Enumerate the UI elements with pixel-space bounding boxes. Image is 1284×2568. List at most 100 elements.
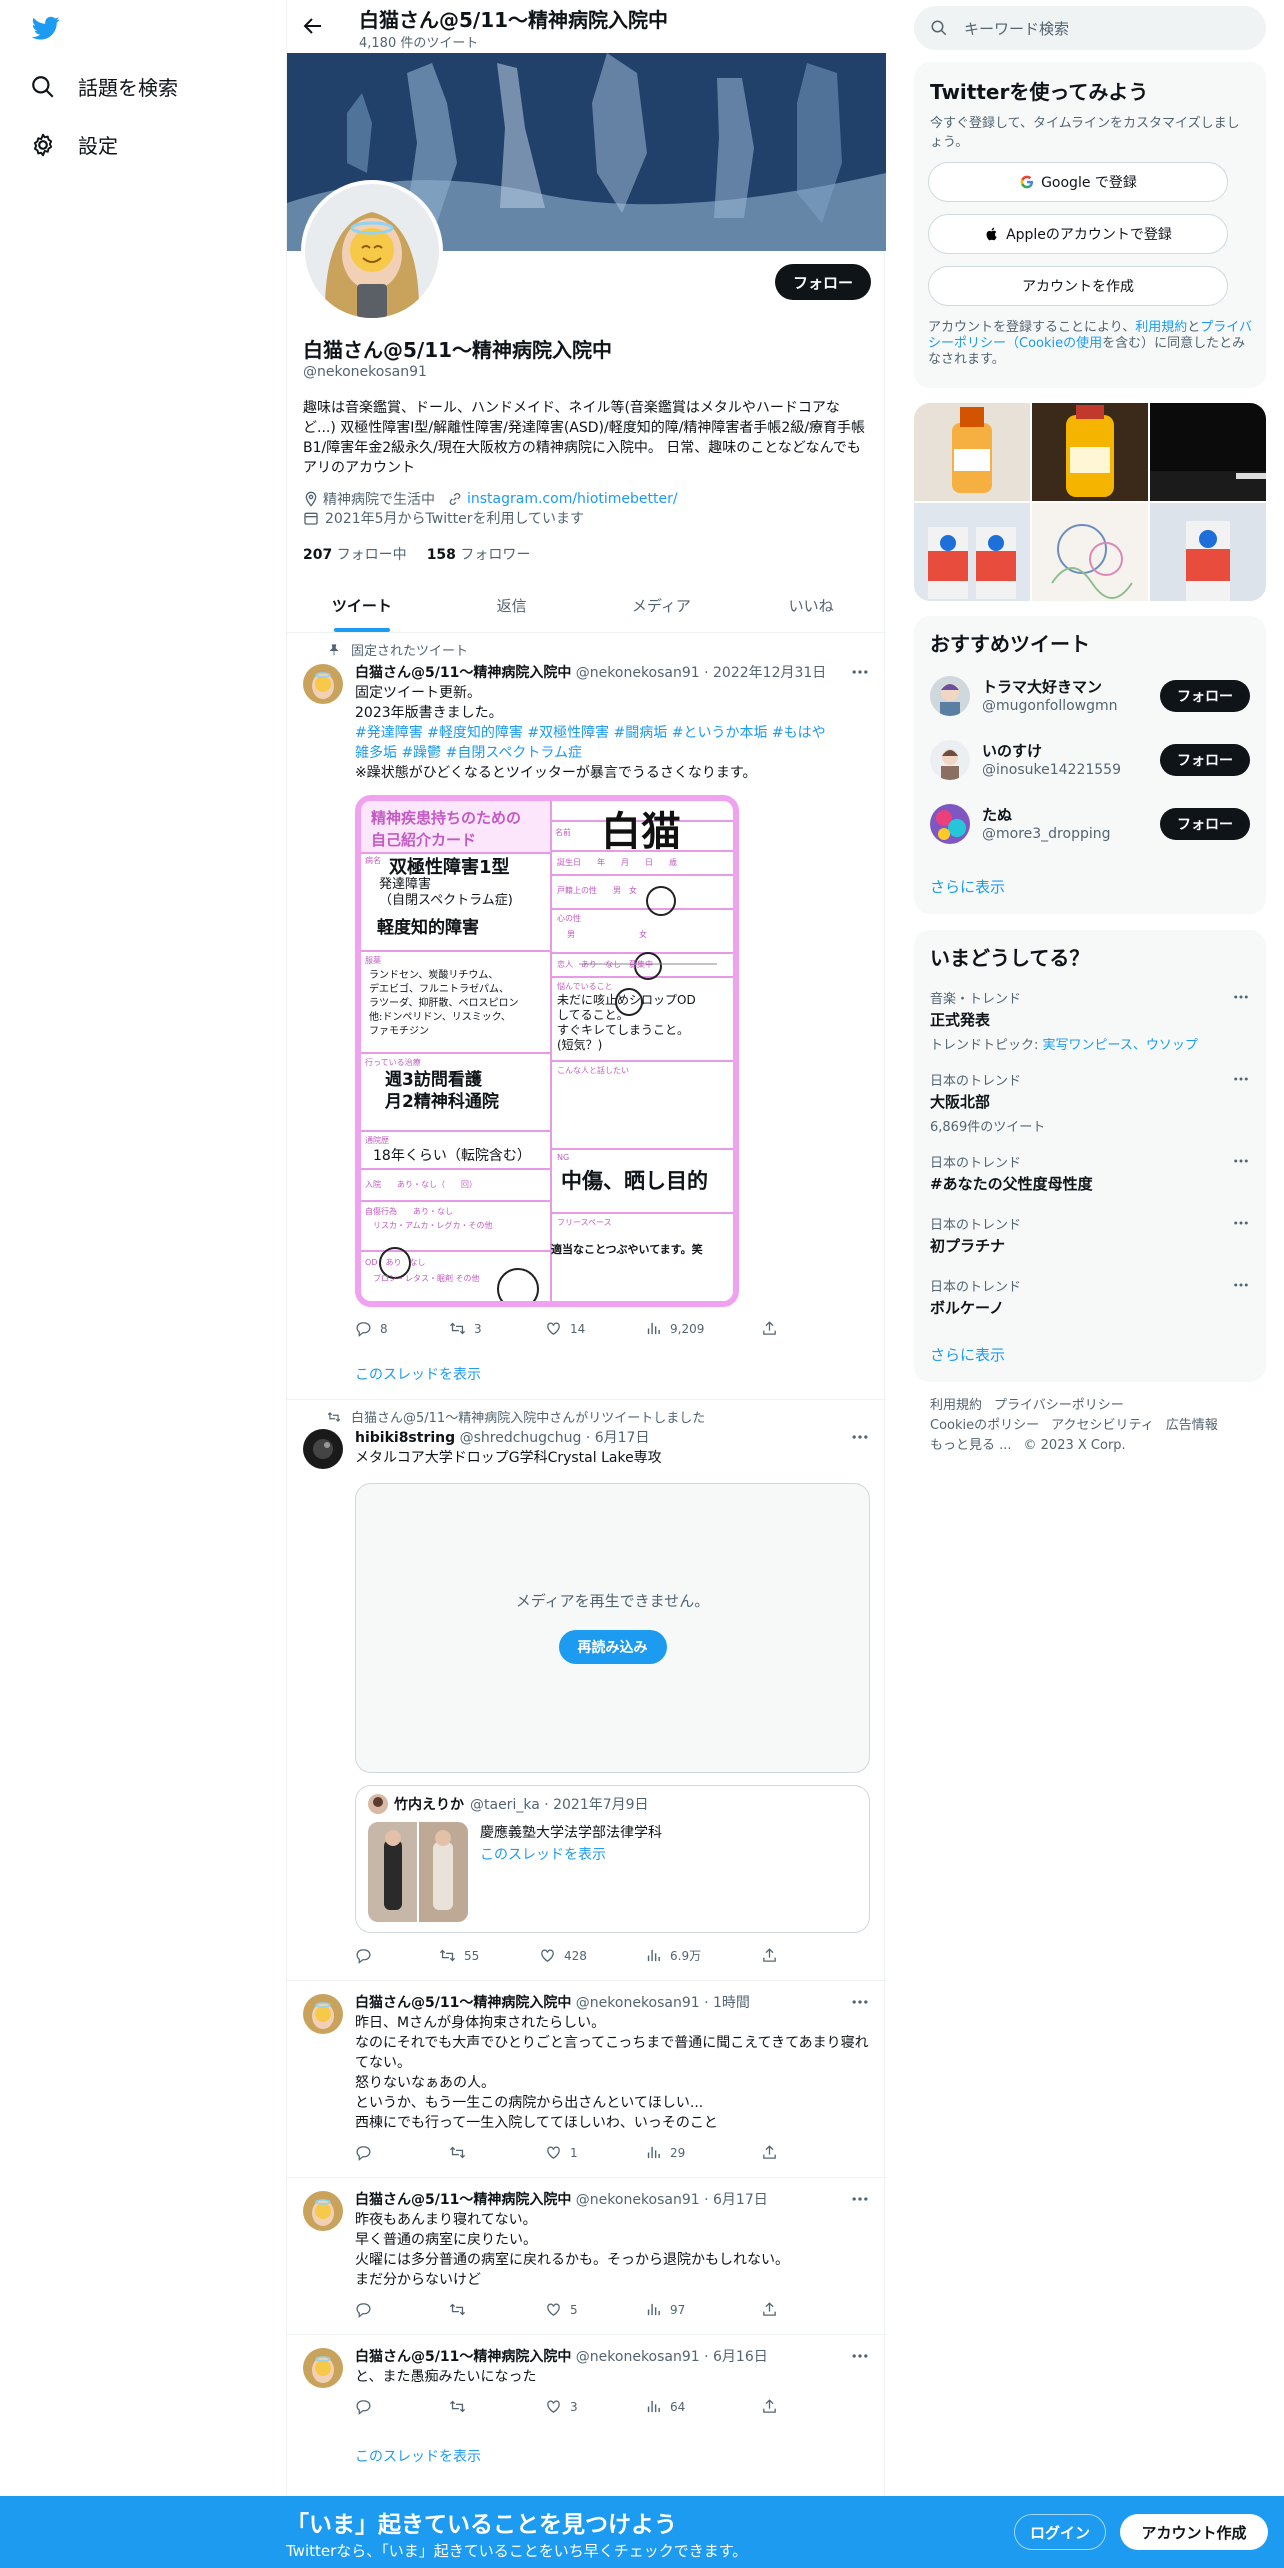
tweet-meta[interactable]: @nekonekosan91 · 6月17日 xyxy=(576,2192,768,2208)
more-icon[interactable] xyxy=(1232,1276,1250,1294)
avatar[interactable] xyxy=(930,804,970,844)
trend-item[interactable]: 日本のトレンド 初プラチナ xyxy=(930,1214,1250,1256)
tab-replies[interactable]: 返信 xyxy=(437,580,587,632)
more-icon[interactable] xyxy=(850,2346,870,2366)
footer-link[interactable]: 広告情報 xyxy=(1166,1418,1218,1433)
profile-avatar[interactable] xyxy=(301,180,443,322)
quote-thread-link[interactable]: このスレッドを表示 xyxy=(480,1844,606,1864)
recommended-user[interactable]: トラマ大好きマン @mugonfollowgmn フォロー xyxy=(930,672,1250,720)
trend-item[interactable]: 日本のトレンド 大阪北部 6,869件のツイート xyxy=(930,1070,1250,1135)
media-thumb[interactable] xyxy=(1032,403,1148,501)
tab-tweets[interactable]: ツイート xyxy=(287,580,437,632)
share-button[interactable] xyxy=(761,1947,778,1964)
hashtags[interactable]: #発達障害 #軽度知的障害 #双極性障害 #闘病垢 #というか本垢 #もはや xyxy=(355,723,870,743)
quoted-tweet[interactable]: 竹内えりか @taeri_ka · 2021年7月9日 慶應義塾大学法学部法律学… xyxy=(355,1785,870,1933)
like-button[interactable]: 1 xyxy=(545,2144,578,2161)
media-thumb[interactable] xyxy=(914,503,1030,601)
views-button[interactable]: 97 xyxy=(645,2301,685,2318)
more-icon[interactable] xyxy=(1232,1070,1250,1088)
tab-media[interactable]: メディア xyxy=(587,580,737,632)
retweet-button[interactable] xyxy=(449,2398,474,2415)
tweet[interactable]: 白猫さん@5/11〜精神病院入院中 @nekonekosan91 · 6月16日… xyxy=(287,2336,886,2496)
avatar[interactable] xyxy=(303,664,343,704)
like-button[interactable]: 3 xyxy=(545,2398,578,2415)
show-more-link[interactable]: さらに表示 xyxy=(930,1344,1005,1365)
show-more-link[interactable]: さらに表示 xyxy=(930,876,1005,897)
trend-item[interactable]: 日本のトレンド ボルケーノ xyxy=(930,1276,1250,1318)
views-button[interactable]: 64 xyxy=(645,2398,685,2415)
footer-link[interactable]: アクセシビリティ xyxy=(1051,1418,1154,1433)
follow-button[interactable]: フォロー xyxy=(1160,680,1250,712)
retweet-button[interactable]: 55 xyxy=(439,1947,479,1964)
terms-link[interactable]: 利用規約 xyxy=(1135,320,1187,335)
tweet-meta[interactable]: @nekonekosan91 · 2022年12月31日 xyxy=(576,665,827,681)
media-thumb[interactable] xyxy=(1150,503,1266,601)
reply-button[interactable] xyxy=(355,2301,380,2318)
tweet-author[interactable]: 白猫さん@5/11〜精神病院入院中 xyxy=(355,1995,571,2011)
tweet-image-intro-card[interactable]: 精神疾患持ちのための 自己紹介カード 名前 白猫 誕生日 年 月 日 歳 戸籍上… xyxy=(355,795,739,1307)
like-button[interactable]: 14 xyxy=(545,1320,585,1337)
share-button[interactable] xyxy=(761,1320,778,1337)
tweet-meta[interactable]: @nekonekosan91 · 1時間 xyxy=(576,1995,750,2011)
show-thread-link[interactable]: このスレッドを表示 xyxy=(355,1364,481,1384)
more-icon[interactable] xyxy=(850,1427,870,1447)
more-icon[interactable] xyxy=(850,1992,870,2012)
views-button[interactable]: 9,209 xyxy=(645,1320,704,1337)
signup-button[interactable]: アカウント作成 xyxy=(1120,2514,1268,2550)
twitter-bird-icon[interactable] xyxy=(30,14,62,42)
quote-media[interactable] xyxy=(368,1822,468,1922)
tweet-author[interactable]: 白猫さん@5/11〜精神病院入院中 xyxy=(355,665,571,681)
footer-link[interactable]: 利用規約 xyxy=(930,1398,982,1413)
share-button[interactable] xyxy=(761,2144,778,2161)
more-icon[interactable] xyxy=(850,662,870,682)
reply-button[interactable] xyxy=(355,2144,380,2161)
reply-button[interactable] xyxy=(355,1947,380,1964)
recommended-user[interactable]: いのすけ @inosuke14221559 フォロー xyxy=(930,736,1250,784)
nav-settings[interactable]: 設定 xyxy=(30,130,118,159)
more-icon[interactable] xyxy=(1232,1214,1250,1232)
views-button[interactable]: 29 xyxy=(645,2144,685,2161)
footer-link[interactable]: プライバシーポリシー xyxy=(994,1398,1124,1413)
following-link[interactable]: 207 フォロー中 xyxy=(303,544,407,564)
follow-button[interactable]: フォロー xyxy=(1160,744,1250,776)
follow-button[interactable]: フォロー xyxy=(1160,808,1250,840)
video-player[interactable]: メディアを再生できません。 再読み込み xyxy=(355,1483,870,1773)
like-button[interactable]: 428 xyxy=(539,1947,587,1964)
google-signup-button[interactable]: Google で登録 xyxy=(928,162,1228,202)
tweet-retweet[interactable]: 白猫さん@5/11〜精神病院入院中さんがリツイートしました hibiki8str… xyxy=(287,1401,886,1981)
hashtags[interactable]: 雑多垢 #躁鬱 #自閉スペクトラム症 xyxy=(355,743,870,763)
more-icon[interactable] xyxy=(1232,1152,1250,1170)
tweet-author[interactable]: 白猫さん@5/11〜精神病院入院中 xyxy=(355,2192,571,2208)
profile-link[interactable]: instagram.com/hiotimebetter/ xyxy=(467,491,678,507)
media-thumb[interactable] xyxy=(914,403,1030,501)
create-account-button[interactable]: アカウントを作成 xyxy=(928,266,1228,306)
more-icon[interactable] xyxy=(850,2189,870,2209)
tweet-meta[interactable]: @nekonekosan91 · 6月16日 xyxy=(576,2349,768,2365)
retweet-button[interactable] xyxy=(449,2301,474,2318)
share-button[interactable] xyxy=(761,2301,778,2318)
back-arrow-icon[interactable] xyxy=(301,14,325,38)
login-button[interactable]: ログイン xyxy=(1014,2514,1106,2550)
media-thumb[interactable] xyxy=(1150,403,1266,501)
retweet-button[interactable] xyxy=(449,2144,474,2161)
show-thread-link[interactable]: このスレッドを表示 xyxy=(355,2446,481,2466)
recommended-user[interactable]: たぬ @more3_dropping フォロー xyxy=(930,800,1250,848)
footer-link[interactable]: もっと見る ... xyxy=(930,1438,1012,1453)
avatar[interactable] xyxy=(303,2191,343,2231)
tweet-author[interactable]: 白猫さん@5/11〜精神病院入院中 xyxy=(355,2349,571,2365)
trend-item[interactable]: 音楽・トレンド 正式発表 トレンドトピック: 実写ワンピース、ウソップ xyxy=(930,988,1250,1053)
more-icon[interactable] xyxy=(1232,988,1250,1006)
trend-topic-links[interactable]: 実写ワンピース、ウソップ xyxy=(1043,1038,1198,1053)
follow-button[interactable]: フォロー xyxy=(775,264,871,300)
share-button[interactable] xyxy=(761,2398,778,2415)
footer-link[interactable]: Cookieのポリシー xyxy=(930,1418,1039,1433)
trend-item[interactable]: 日本のトレンド #あなたの父性度母性度 xyxy=(930,1152,1250,1194)
apple-signup-button[interactable]: Appleのアカウントで登録 xyxy=(928,214,1228,254)
tweet-author[interactable]: hibiki8string xyxy=(355,1430,455,1446)
reload-button[interactable]: 再読み込み xyxy=(558,1630,667,1664)
avatar[interactable] xyxy=(930,740,970,780)
avatar[interactable] xyxy=(930,676,970,716)
like-button[interactable]: 5 xyxy=(545,2301,578,2318)
followers-link[interactable]: 158 フォロワー xyxy=(427,544,531,564)
views-button[interactable]: 6.9万 xyxy=(645,1947,701,1964)
